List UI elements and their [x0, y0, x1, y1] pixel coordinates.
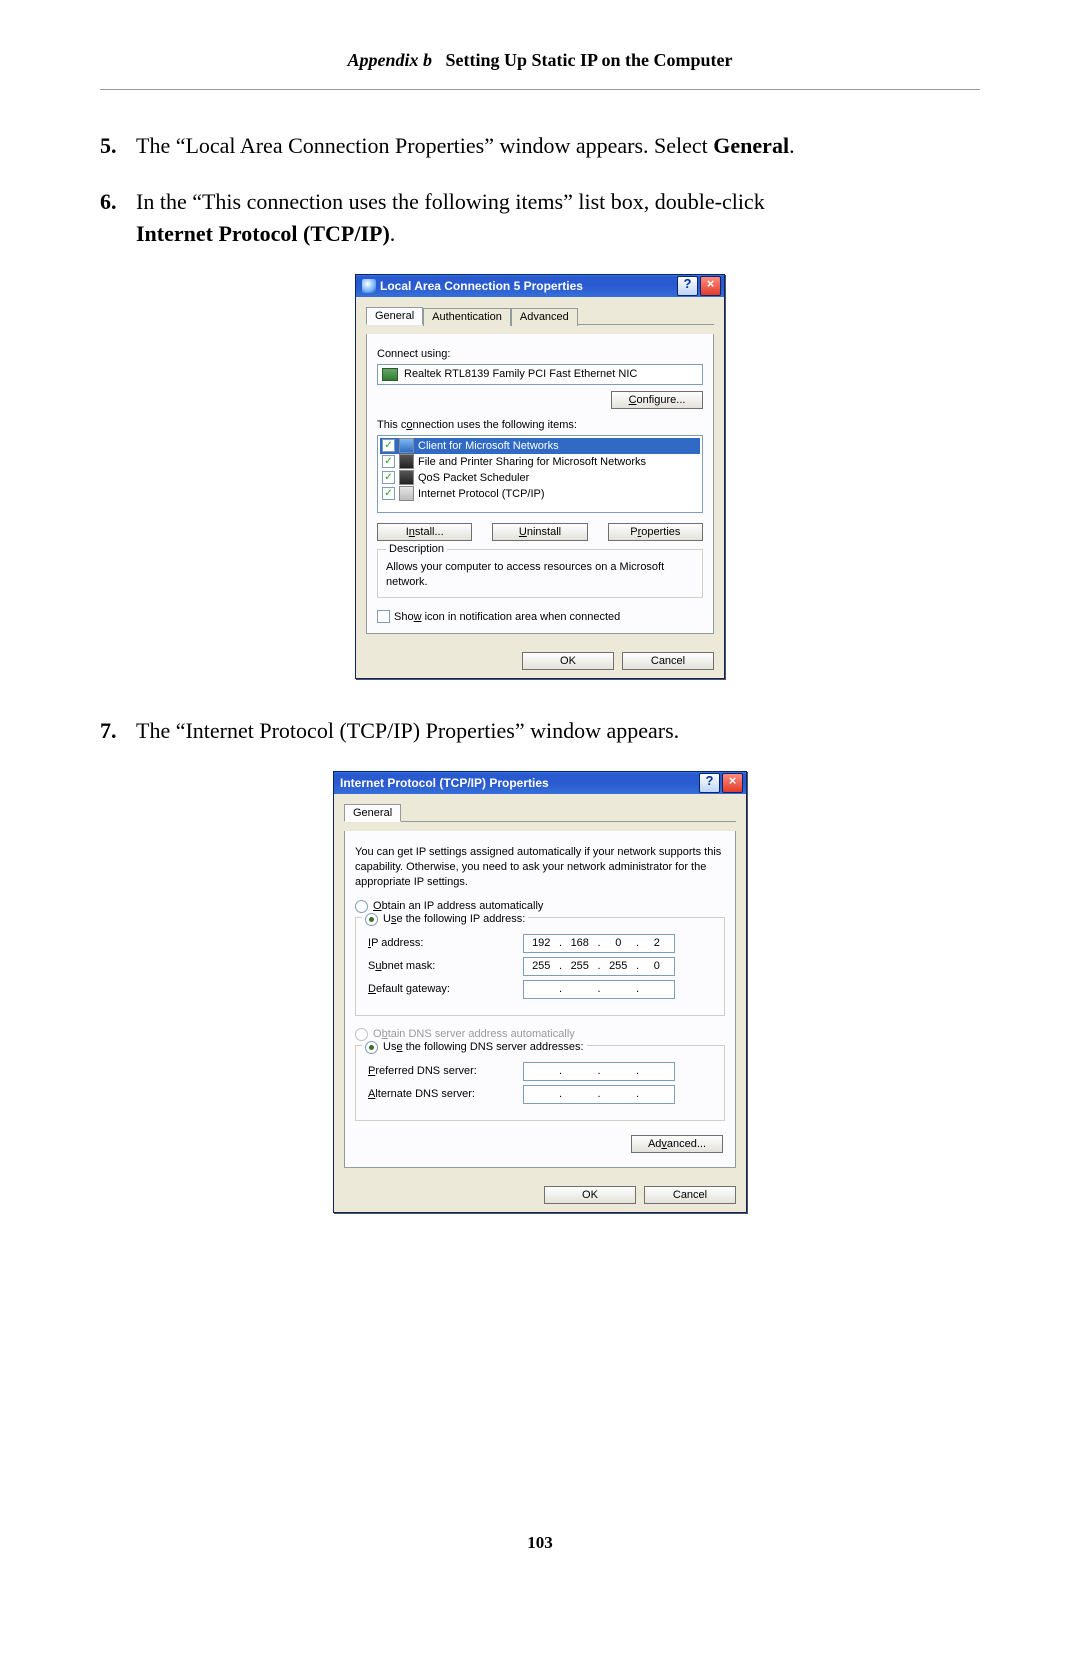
- header-title: Setting Up Static IP on the Computer: [446, 50, 733, 70]
- tab-panel: You can get IP settings assigned automat…: [344, 831, 736, 1168]
- help-button[interactable]: ?: [699, 773, 720, 793]
- gateway-row: Default gateway: ...: [368, 980, 716, 999]
- dialog-body: General You can get IP settings assigned…: [334, 794, 746, 1178]
- cancel-button[interactable]: Cancel: [622, 652, 714, 670]
- properties-button[interactable]: Properties: [608, 523, 703, 541]
- tab-advanced[interactable]: Advanced: [511, 308, 578, 326]
- close-button[interactable]: ×: [722, 773, 743, 793]
- gateway-input[interactable]: ...: [523, 980, 675, 999]
- preferred-dns-input[interactable]: ...: [523, 1062, 675, 1081]
- lan-properties-dialog: Local Area Connection 5 Properties ? × G…: [355, 274, 725, 680]
- list-item[interactable]: ✓ File and Printer Sharing for Microsoft…: [380, 454, 700, 470]
- ip-group: Use the following IP address: IP address…: [355, 917, 725, 1016]
- instruction-list: 5. The “Local Area Connection Properties…: [100, 130, 980, 250]
- description-legend: Description: [386, 543, 447, 555]
- items-label: This connection uses the following items…: [377, 419, 703, 431]
- titlebar[interactable]: Internet Protocol (TCP/IP) Properties ? …: [334, 772, 746, 794]
- step-number: 7.: [100, 715, 136, 747]
- ok-button[interactable]: OK: [544, 1186, 636, 1204]
- protocol-icon: [399, 486, 414, 501]
- page-number: 103: [100, 1533, 980, 1553]
- titlebar[interactable]: Local Area Connection 5 Properties ? ×: [356, 275, 724, 297]
- install-button[interactable]: Install...: [377, 523, 472, 541]
- cancel-button[interactable]: Cancel: [644, 1186, 736, 1204]
- connect-using-label: Connect using:: [377, 348, 703, 360]
- list-item[interactable]: ✓ Client for Microsoft Networks: [380, 438, 700, 454]
- show-icon-row[interactable]: ✓ Show icon in notification area when co…: [377, 610, 703, 623]
- window-title: Local Area Connection 5 Properties: [380, 279, 675, 293]
- radio-icon[interactable]: [355, 900, 368, 913]
- checkbox-icon[interactable]: ✓: [377, 610, 390, 623]
- dialog-footer: OK Cancel: [334, 1178, 746, 1212]
- checkbox-icon[interactable]: ✓: [382, 439, 395, 452]
- close-button[interactable]: ×: [700, 276, 721, 296]
- instruction-list-2: 7. The “Internet Protocol (TCP/IP) Prope…: [100, 715, 980, 747]
- tab-authentication[interactable]: Authentication: [423, 308, 511, 326]
- intro-text: You can get IP settings assigned automat…: [355, 845, 725, 890]
- step-5: 5. The “Local Area Connection Properties…: [100, 130, 980, 162]
- option-obtain-ip[interactable]: Obtain an IP address automatically: [355, 900, 725, 913]
- step-number: 5.: [100, 130, 136, 162]
- tab-panel: Connect using: Realtek RTL8139 Family PC…: [366, 334, 714, 635]
- tab-general[interactable]: General: [366, 307, 423, 325]
- window-title: Internet Protocol (TCP/IP) Properties: [340, 776, 697, 790]
- document-page: Appendix b Setting Up Static IP on the C…: [0, 0, 1080, 1593]
- step-number: 6.: [100, 186, 136, 250]
- checkbox-icon[interactable]: ✓: [382, 455, 395, 468]
- step-text: In the “This connection uses the followi…: [136, 186, 980, 250]
- dialog-footer: OK Cancel: [356, 644, 724, 678]
- option-obtain-dns: Obtain DNS server address automatically: [355, 1028, 725, 1041]
- adapter-field[interactable]: Realtek RTL8139 Family PCI Fast Ethernet…: [377, 364, 703, 385]
- step-7: 7. The “Internet Protocol (TCP/IP) Prope…: [100, 715, 980, 747]
- configure-button[interactable]: Configure...: [611, 391, 703, 409]
- tcpip-properties-dialog: Internet Protocol (TCP/IP) Properties ? …: [333, 771, 747, 1213]
- uninstall-button[interactable]: Uninstall: [492, 523, 587, 541]
- tab-general[interactable]: General: [344, 804, 401, 822]
- dialog-1-wrap: Local Area Connection 5 Properties ? × G…: [100, 274, 980, 680]
- header-rule: [100, 89, 980, 90]
- alternate-dns-row: Alternate DNS server: ...: [368, 1085, 716, 1104]
- description-group: Description Allows your computer to acce…: [377, 549, 703, 599]
- preferred-dns-row: Preferred DNS server: ...: [368, 1062, 716, 1081]
- ok-button[interactable]: OK: [522, 652, 614, 670]
- window-icon: [362, 279, 376, 293]
- appendix-label: Appendix b: [347, 50, 432, 70]
- option-use-ip[interactable]: Use the following IP address:: [362, 913, 528, 926]
- page-header: Appendix b Setting Up Static IP on the C…: [100, 50, 980, 71]
- radio-icon[interactable]: [365, 1041, 378, 1054]
- radio-icon: [355, 1028, 368, 1041]
- network-adapter-icon: [382, 368, 398, 381]
- alternate-dns-input[interactable]: ...: [523, 1085, 675, 1104]
- list-item[interactable]: ✓ Internet Protocol (TCP/IP): [380, 486, 700, 502]
- tab-strip: General: [344, 803, 736, 822]
- dialog-body: General Authentication Advanced Connect …: [356, 297, 724, 645]
- tab-strip: General Authentication Advanced: [366, 306, 714, 325]
- radio-icon[interactable]: [365, 913, 378, 926]
- checkbox-icon[interactable]: ✓: [382, 487, 395, 500]
- subnet-mask-row: Subnet mask: 255. 255. 255. 0: [368, 957, 716, 976]
- service-icon: [399, 454, 414, 469]
- checkbox-icon[interactable]: ✓: [382, 471, 395, 484]
- help-button[interactable]: ?: [677, 276, 698, 296]
- dialog-2-wrap: Internet Protocol (TCP/IP) Properties ? …: [100, 771, 980, 1213]
- adapter-name: Realtek RTL8139 Family PCI Fast Ethernet…: [404, 368, 637, 380]
- advanced-button[interactable]: Advanced...: [631, 1135, 723, 1153]
- step-6: 6. In the “This connection uses the foll…: [100, 186, 980, 250]
- step-text: The “Local Area Connection Properties” w…: [136, 130, 980, 162]
- subnet-mask-input[interactable]: 255. 255. 255. 0: [523, 957, 675, 976]
- list-item[interactable]: ✓ QoS Packet Scheduler: [380, 470, 700, 486]
- ip-address-input[interactable]: 192. 168. 0. 2: [523, 934, 675, 953]
- description-text: Allows your computer to access resources…: [386, 560, 694, 590]
- step-text: The “Internet Protocol (TCP/IP) Properti…: [136, 715, 980, 747]
- components-listbox[interactable]: ✓ Client for Microsoft Networks ✓ File a…: [377, 435, 703, 513]
- client-icon: [399, 438, 414, 453]
- option-use-dns[interactable]: Use the following DNS server addresses:: [362, 1041, 587, 1054]
- dns-group: Use the following DNS server addresses: …: [355, 1045, 725, 1121]
- ip-address-row: IP address: 192. 168. 0. 2: [368, 934, 716, 953]
- service-icon: [399, 470, 414, 485]
